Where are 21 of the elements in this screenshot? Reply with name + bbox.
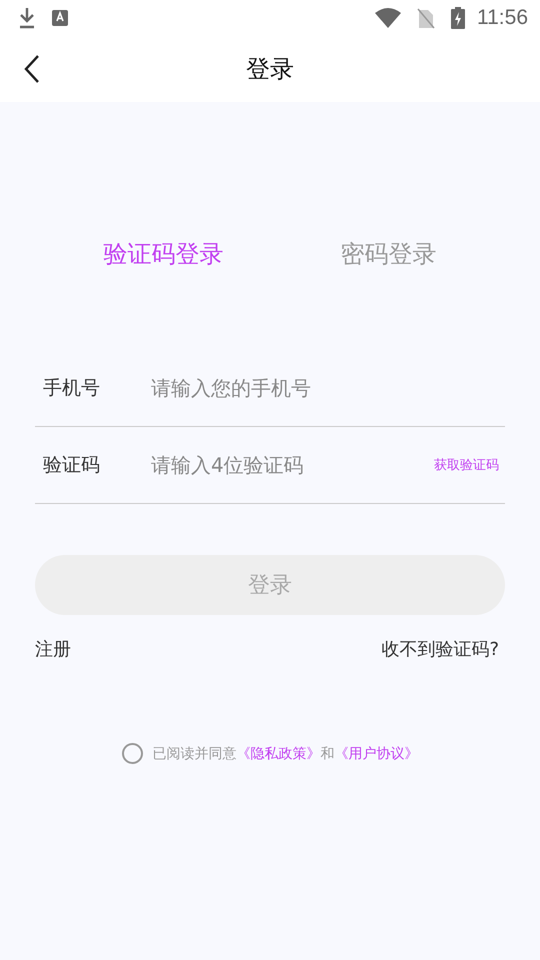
login-tab[interactable]: 验证码登录: [104, 238, 224, 270]
input-field[interactable]: 请输入4位验证码: [151, 453, 434, 477]
page-title: 登录: [246, 54, 294, 85]
no-code-link[interactable]: 收不到验证码?: [381, 637, 505, 661]
login-tab[interactable]: 密码登录: [340, 238, 436, 270]
register-link[interactable]: 注册: [35, 637, 77, 661]
input-field[interactable]: 请输入您的手机号: [151, 376, 505, 400]
download-icon: [18, 7, 36, 29]
field-label: 验证码: [43, 453, 101, 478]
keyboard-app-icon: [52, 10, 68, 26]
wifi-icon: [375, 7, 401, 29]
back-icon[interactable]: [24, 55, 40, 83]
agreement-link[interactable]: 《用户协议》: [334, 746, 418, 762]
agreement-link[interactable]: 《隐私政策》: [236, 746, 320, 762]
status-time: 11:56: [477, 6, 528, 30]
agree-checkbox[interactable]: [122, 743, 142, 764]
field-label: 手机号: [43, 376, 101, 401]
agreement-text: 已阅读并同意《隐私政策》和《用户协议》: [152, 744, 418, 762]
get-code-button[interactable]: 获取验证码: [434, 456, 505, 474]
no-sim-icon: [417, 7, 435, 29]
battery-icon: [451, 7, 465, 29]
